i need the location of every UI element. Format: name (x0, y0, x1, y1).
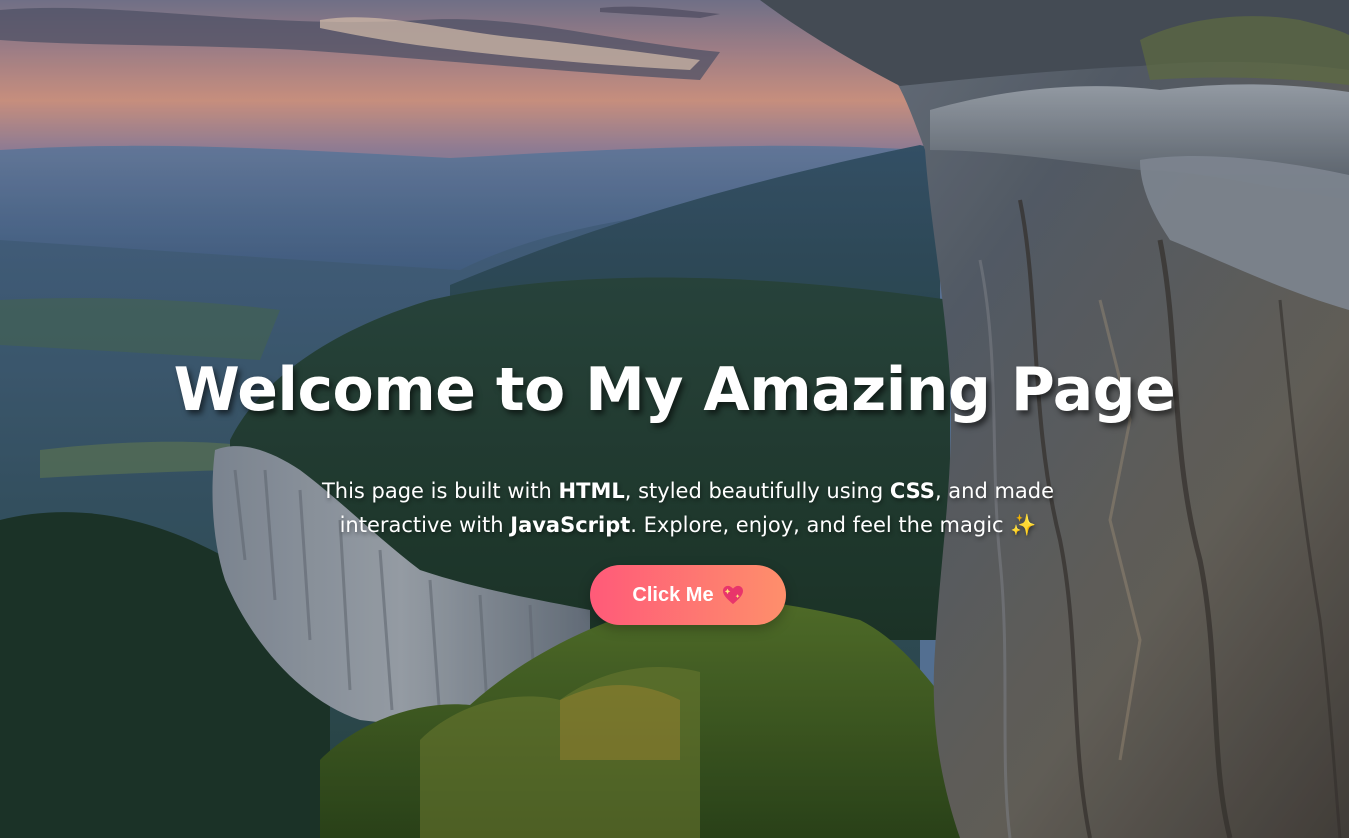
tagline-html: HTML (558, 479, 625, 503)
hero-content: Welcome to My Amazing Page This page is … (0, 0, 1349, 838)
sparkling-heart-icon (722, 585, 744, 605)
tagline-css: CSS (889, 479, 935, 503)
tagline-text-4: . Explore, enjoy, and feel the magic (630, 513, 1011, 537)
hero-title: Welcome to My Amazing Page (173, 355, 1176, 425)
tagline-javascript: JavaScript (510, 513, 631, 537)
hero-section: Welcome to My Amazing Page This page is … (0, 0, 1349, 838)
tagline-text-1: This page is built with (321, 479, 559, 503)
click-me-label: Click Me (632, 583, 714, 606)
click-me-button[interactable]: Click Me (590, 565, 786, 625)
hero-tagline: This page is built with HTML, styled bea… (274, 474, 1102, 542)
tagline-text-2: , styled beautifully using (624, 479, 890, 503)
sparkles-icon: ✨ (1010, 513, 1037, 537)
